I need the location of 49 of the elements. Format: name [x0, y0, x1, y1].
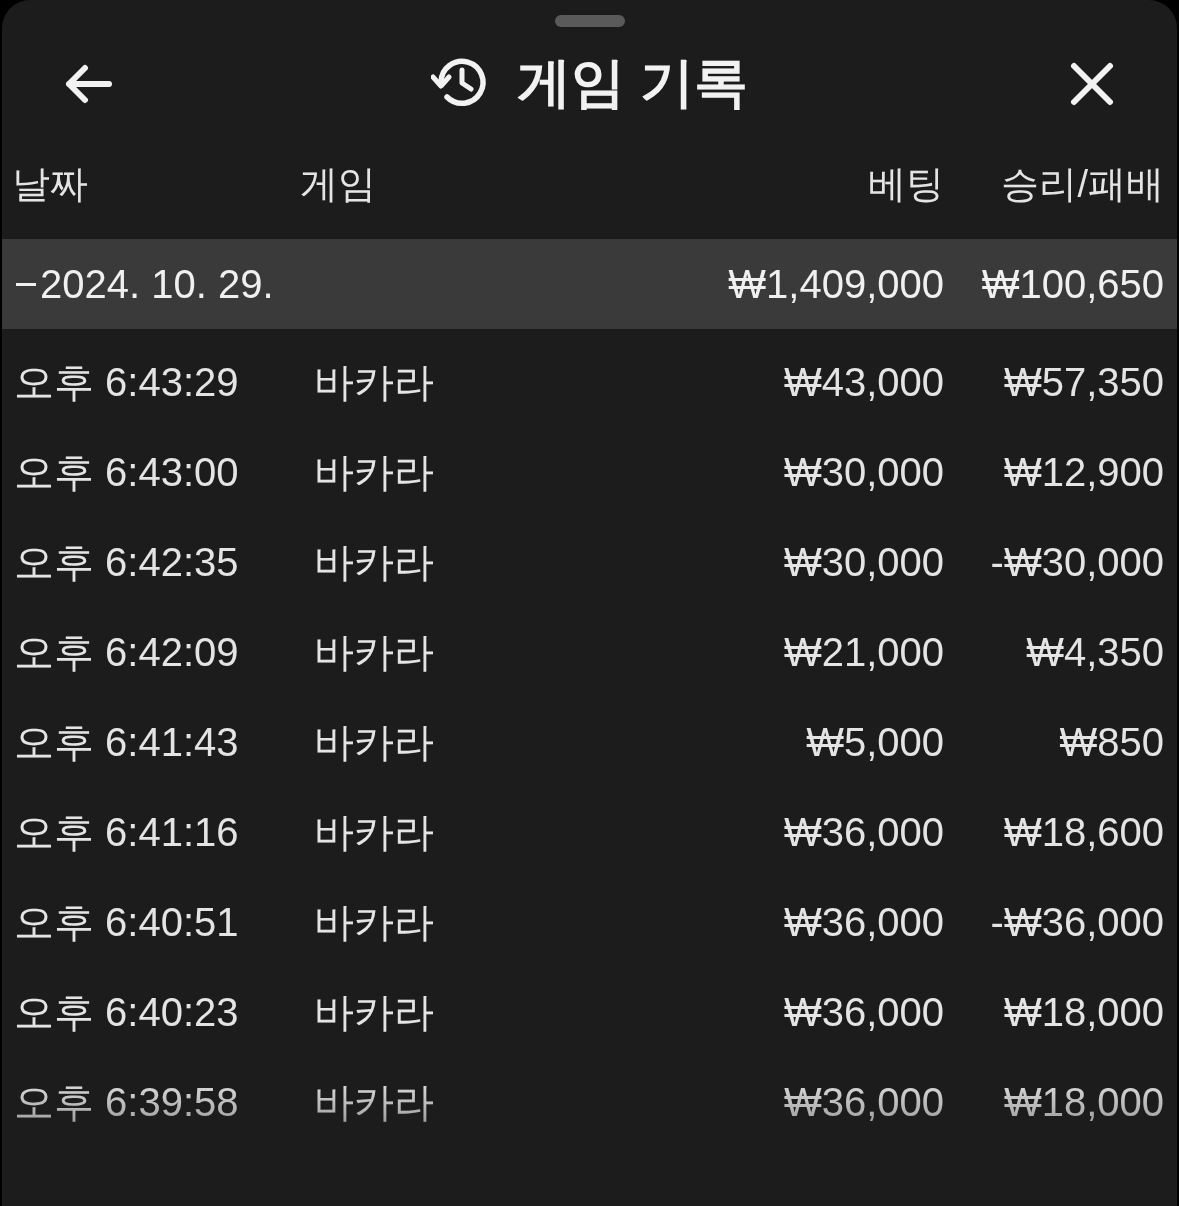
header-title: 게임 기록	[517, 55, 748, 109]
table-cell-text: 바카라	[313, 989, 435, 1036]
table-cell-text: 오후 6:41:16	[13, 809, 240, 856]
group-bet-total: ₩1,409,000	[727, 261, 944, 308]
table-cell-text: 오후 6:42:09	[13, 629, 240, 676]
table-cell-text: ₩57,350	[1002, 359, 1164, 406]
drag-handle[interactable]	[554, 15, 625, 27]
history-icon	[431, 55, 489, 109]
table-cell-text: 바카라	[313, 719, 435, 766]
table-cell-text: ₩30,000	[782, 539, 944, 586]
table-cell-text: ₩43,000	[782, 359, 944, 406]
date-group-row[interactable]: 2024. 10. 29. ₩1,409,000 ₩100,650	[2, 239, 1177, 329]
table-cell-text: ₩5,000	[805, 719, 944, 766]
group-result-total: ₩100,650	[980, 261, 1164, 308]
column-header: 베팅	[867, 161, 944, 207]
table-cell-text: ₩18,000	[1002, 1079, 1164, 1126]
table-cell-text: 오후 6:43:00	[13, 449, 240, 496]
table-cell-text: ₩850	[1058, 719, 1164, 766]
table-cell-text: ₩36,000	[782, 1079, 944, 1126]
table-cell-text: 오후 6:40:23	[13, 989, 240, 1036]
back-arrow-icon	[63, 64, 113, 104]
table-cell-text: 바카라	[313, 629, 435, 676]
table-cell-text: ₩18,000	[1002, 989, 1164, 1036]
table-cell-text: 바카라	[313, 449, 435, 496]
column-header: 날짜	[11, 161, 89, 207]
column-header: 게임	[300, 161, 377, 207]
table-cell-text: 바카라	[313, 809, 435, 856]
table-cell-text: 바카라	[313, 1079, 435, 1126]
table-cell-text: ₩30,000	[782, 449, 944, 496]
close-icon	[1070, 62, 1114, 106]
table-cell-text: 바카라	[313, 359, 435, 406]
table-cell-text: -₩30,000	[989, 539, 1164, 586]
table-cell-text: ₩4,350	[1025, 629, 1164, 676]
table-cell-text: ₩36,000	[782, 899, 944, 946]
table-cell-text: ₩36,000	[782, 989, 944, 1036]
table-cell-text: ₩12,900	[1002, 449, 1164, 496]
table-cell-text: 오후 6:43:29	[13, 359, 240, 406]
table-cell-text: 바카라	[313, 539, 435, 586]
table-cell-text: 오후 6:40:51	[13, 899, 240, 946]
column-header: 승리/패배	[1000, 161, 1164, 207]
table-cell-text: ₩21,000	[782, 629, 944, 676]
table-cell-text: -₩36,000	[989, 899, 1164, 946]
table-cell-text: ₩18,600	[1002, 809, 1164, 856]
table-cell-text: 오후 6:39:58	[13, 1079, 240, 1126]
table-cell-text: 바카라	[313, 899, 435, 946]
table-cell-text: ₩36,000	[782, 809, 944, 856]
table-cell-text: 오후 6:41:43	[13, 719, 240, 766]
group-date: 2024. 10. 29.	[40, 261, 274, 308]
table-cell-text: 오후 6:42:35	[13, 539, 240, 586]
